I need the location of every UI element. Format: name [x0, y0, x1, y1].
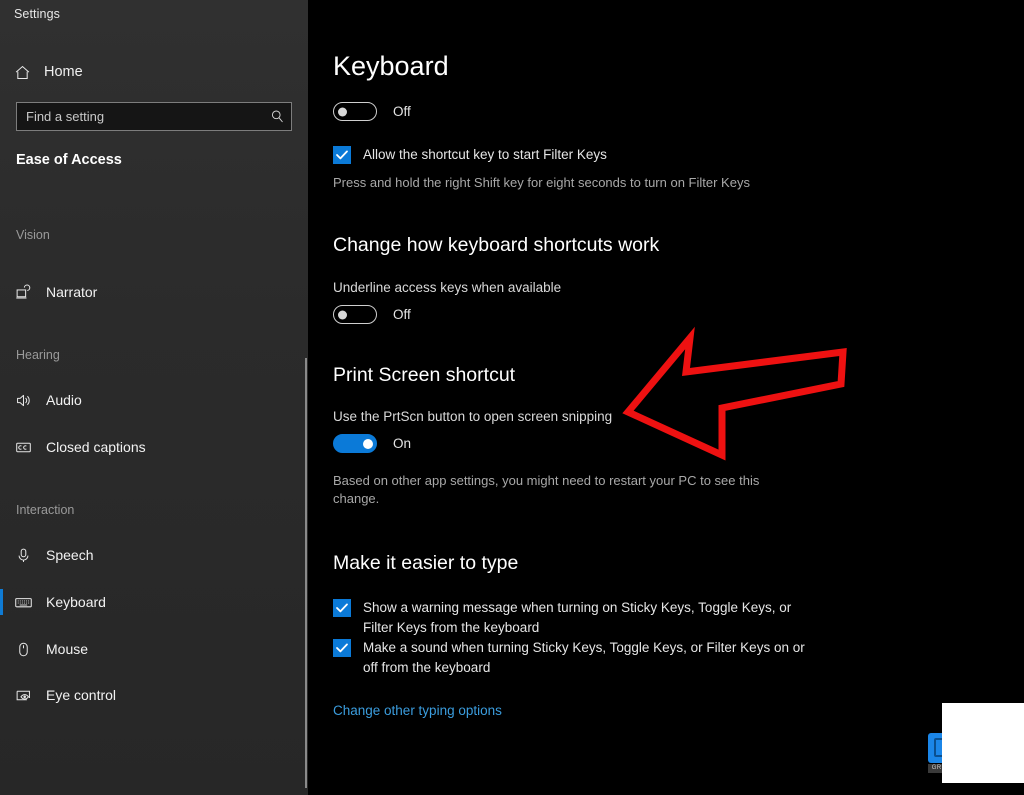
- prtscn-description: Based on other app settings, you might n…: [333, 473, 760, 506]
- sidebar-home-label: Home: [44, 64, 83, 80]
- sticky-keys-warning-row[interactable]: Show a warning message when turning on S…: [333, 598, 808, 638]
- search-input[interactable]: Find a setting: [16, 102, 292, 131]
- allow-shortcut-key-row[interactable]: Allow the shortcut key to start Filter K…: [333, 145, 607, 165]
- sidebar-group-interaction: Interaction: [16, 503, 75, 517]
- prtscn-toggle-row[interactable]: On: [333, 434, 411, 453]
- prtscn-setting-label: Use the PrtScn button to open screen sni…: [333, 409, 613, 424]
- sticky-keys-warning-label: Show a warning message when turning on S…: [363, 600, 792, 635]
- check-icon: [336, 150, 348, 160]
- sticky-keys-sound-checkbox[interactable]: [333, 639, 351, 657]
- toggle-knob: [337, 107, 347, 116]
- sidebar-item-speech[interactable]: Speech: [0, 538, 308, 572]
- underline-access-keys-toggle[interactable]: [333, 305, 377, 324]
- page-title: Keyboard: [333, 51, 449, 81]
- typing-section-heading: Make it easier to type: [333, 552, 519, 574]
- allow-shortcut-key-label: Allow the shortcut key to start Filter K…: [363, 147, 607, 162]
- sidebar-category-title: Ease of Access: [16, 152, 122, 168]
- underline-access-keys-label: Underline access keys when available: [333, 280, 562, 295]
- check-icon: [336, 603, 348, 613]
- sidebar-item-keyboard[interactable]: Keyboard: [0, 585, 308, 619]
- selection-indicator: [0, 589, 3, 615]
- prtscn-toggle[interactable]: [333, 434, 377, 453]
- sidebar-group-hearing: Hearing: [16, 348, 60, 362]
- closed-captions-icon: [0, 439, 46, 456]
- filter-keys-toggle-state: Off: [393, 104, 411, 119]
- sidebar-item-label: Speech: [46, 547, 94, 563]
- window-titlebar: Settings: [0, 0, 308, 32]
- sidebar-item-closed-captions[interactable]: Closed captions: [0, 430, 308, 464]
- filter-keys-toggle-row[interactable]: Off: [333, 102, 411, 121]
- sidebar-item-label: Keyboard: [46, 594, 106, 610]
- sticky-keys-warning-checkbox[interactable]: [333, 599, 351, 617]
- settings-sidebar: Settings Home Find a setting Ease of Acc…: [0, 0, 308, 795]
- sidebar-group-vision: Vision: [16, 228, 50, 242]
- prtscn-toggle-state: On: [393, 436, 412, 451]
- allow-shortcut-key-checkbox[interactable]: [333, 146, 351, 164]
- toggle-knob: [337, 310, 347, 319]
- sidebar-item-home[interactable]: Home: [0, 56, 308, 88]
- narrator-icon: [0, 284, 46, 301]
- white-overlay-box: [942, 703, 1024, 783]
- sidebar-item-mouse[interactable]: Mouse: [0, 632, 308, 666]
- window-title: Settings: [14, 7, 60, 21]
- underline-access-keys-toggle-row[interactable]: Off: [333, 305, 411, 324]
- underline-access-keys-state: Off: [393, 307, 411, 322]
- audio-icon: [0, 392, 46, 409]
- eye-control-icon: [0, 687, 46, 704]
- sidebar-item-label: Narrator: [46, 284, 98, 300]
- sidebar-item-label: Eye control: [46, 687, 117, 703]
- main-content: Keyboard Off Allow the shortcut key to s…: [308, 0, 1024, 795]
- home-icon: [0, 64, 44, 81]
- sticky-keys-sound-row[interactable]: Make a sound when turning Sticky Keys, T…: [333, 638, 808, 678]
- keyboard-icon: [0, 593, 46, 612]
- sidebar-item-label: Closed captions: [46, 439, 146, 455]
- mouse-icon: [0, 641, 46, 658]
- print-screen-section-heading: Print Screen shortcut: [333, 364, 516, 386]
- change-other-typing-options-link[interactable]: Change other typing options: [333, 703, 502, 718]
- check-icon: [336, 643, 348, 653]
- search-placeholder: Find a setting: [26, 109, 105, 124]
- sidebar-item-eye-control[interactable]: Eye control: [0, 678, 308, 712]
- microphone-icon: [0, 547, 46, 564]
- sidebar-item-narrator[interactable]: Narrator: [0, 275, 308, 309]
- toggle-knob: [362, 438, 373, 449]
- sticky-keys-sound-label: Make a sound when turning Sticky Keys, T…: [363, 640, 805, 675]
- sidebar-item-label: Mouse: [46, 641, 89, 657]
- filter-keys-description: Press and hold the right Shift key for e…: [333, 175, 750, 190]
- sidebar-item-audio[interactable]: Audio: [0, 383, 308, 417]
- sidebar-scrollbar[interactable]: [305, 358, 307, 788]
- sidebar-item-label: Audio: [46, 392, 82, 408]
- search-icon[interactable]: [263, 109, 291, 124]
- shortcuts-section-heading: Change how keyboard shortcuts work: [333, 234, 660, 256]
- filter-keys-toggle[interactable]: [333, 102, 377, 121]
